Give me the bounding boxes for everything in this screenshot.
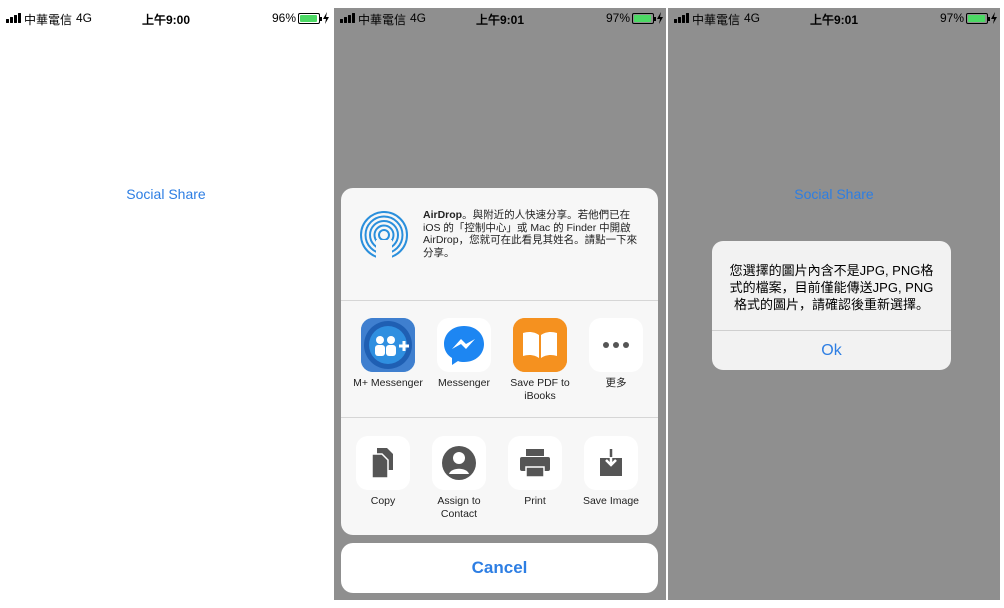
share-app-label: Messenger xyxy=(438,377,490,389)
more-dots-icon xyxy=(589,318,643,372)
cancel-button[interactable]: Cancel xyxy=(341,543,658,593)
action-label: Save Image xyxy=(582,495,640,507)
battery-icon xyxy=(966,13,990,24)
airdrop-description: AirDrop。與附近的人快速分享。若他們已在iOS 的「控制中心」或 Mac … xyxy=(423,209,645,259)
charging-bolt-icon xyxy=(323,12,329,24)
share-app-ibooks[interactable]: Save PDF to iBooks xyxy=(505,318,575,402)
airdrop-icon xyxy=(360,211,408,260)
share-app-label: M+ Messenger xyxy=(353,377,423,389)
battery-percentage: 97% xyxy=(939,11,964,25)
status-bar: 中華電信 4G 上午9:00 96% xyxy=(0,8,332,30)
screen-app-home: 中華電信 4G 上午9:00 96% Social Share xyxy=(0,8,332,600)
action-label: Assign to Contact xyxy=(437,495,481,520)
share-apps-row: M+ Messenger Messenger Save PDF to iBook… xyxy=(341,302,658,418)
contact-icon xyxy=(432,436,486,490)
action-assign-to-contact[interactable]: Assign to Contact xyxy=(424,436,494,520)
alert-message: 您選擇的圖片內含不是JPG, PNG格式的檔案，目前僅能傳送JPG, PNG格式… xyxy=(729,263,934,312)
status-bar: 中華電信 4G 上午9:01 97% xyxy=(668,8,1000,30)
share-app-m-plus-messenger[interactable]: M+ Messenger xyxy=(353,318,423,390)
airdrop-title: AirDrop xyxy=(423,209,463,221)
action-label: Print xyxy=(524,495,546,507)
save-image-icon xyxy=(584,436,638,490)
battery-fill xyxy=(634,15,652,22)
charging-bolt-icon xyxy=(991,12,997,24)
battery-fill xyxy=(968,15,986,22)
battery-percentage: 96% xyxy=(271,11,296,25)
screen-alert: 中華電信 4G 上午9:01 97% Social Share 您選擇的圖片內含… xyxy=(668,8,1000,600)
ibooks-icon xyxy=(513,318,567,372)
copy-icon xyxy=(356,436,410,490)
battery-icon xyxy=(298,13,322,24)
status-bar: 中華電信 4G 上午9:01 97% xyxy=(334,8,666,30)
share-app-more[interactable]: 更多 xyxy=(581,318,651,390)
share-app-label: Save PDF to iBooks xyxy=(510,377,570,402)
print-icon xyxy=(508,436,562,490)
action-copy[interactable]: Copy xyxy=(348,436,418,508)
share-app-label: 更多 xyxy=(605,377,627,389)
charging-bolt-icon xyxy=(657,12,663,24)
ok-button[interactable]: Ok xyxy=(712,331,951,370)
action-label: Copy xyxy=(370,495,396,507)
action-print[interactable]: Print xyxy=(500,436,570,508)
messenger-icon xyxy=(437,318,491,372)
social-share-button[interactable]: Social Share xyxy=(0,186,332,202)
action-save-image[interactable]: Save Image xyxy=(576,436,646,508)
share-sheet: AirDrop。與附近的人快速分享。若他們已在iOS 的「控制中心」或 Mac … xyxy=(341,188,658,535)
screen-share-sheet: 中華電信 4G 上午9:01 97% AirDrop。與附近的人快速分享。若他們… xyxy=(334,8,666,600)
battery-fill xyxy=(300,15,318,22)
share-actions-row: Copy Assign to Contact Print Save Image xyxy=(341,419,658,535)
alert-dialog: 您選擇的圖片內含不是JPG, PNG格式的檔案，目前僅能傳送JPG, PNG格式… xyxy=(712,241,951,370)
airdrop-section[interactable]: AirDrop。與附近的人快速分享。若他們已在iOS 的「控制中心」或 Mac … xyxy=(341,188,658,301)
battery-icon xyxy=(632,13,656,24)
m-plus-messenger-icon xyxy=(361,318,415,372)
social-share-button[interactable]: Social Share xyxy=(668,186,1000,202)
battery-percentage: 97% xyxy=(605,11,630,25)
share-app-messenger[interactable]: Messenger xyxy=(429,318,499,390)
